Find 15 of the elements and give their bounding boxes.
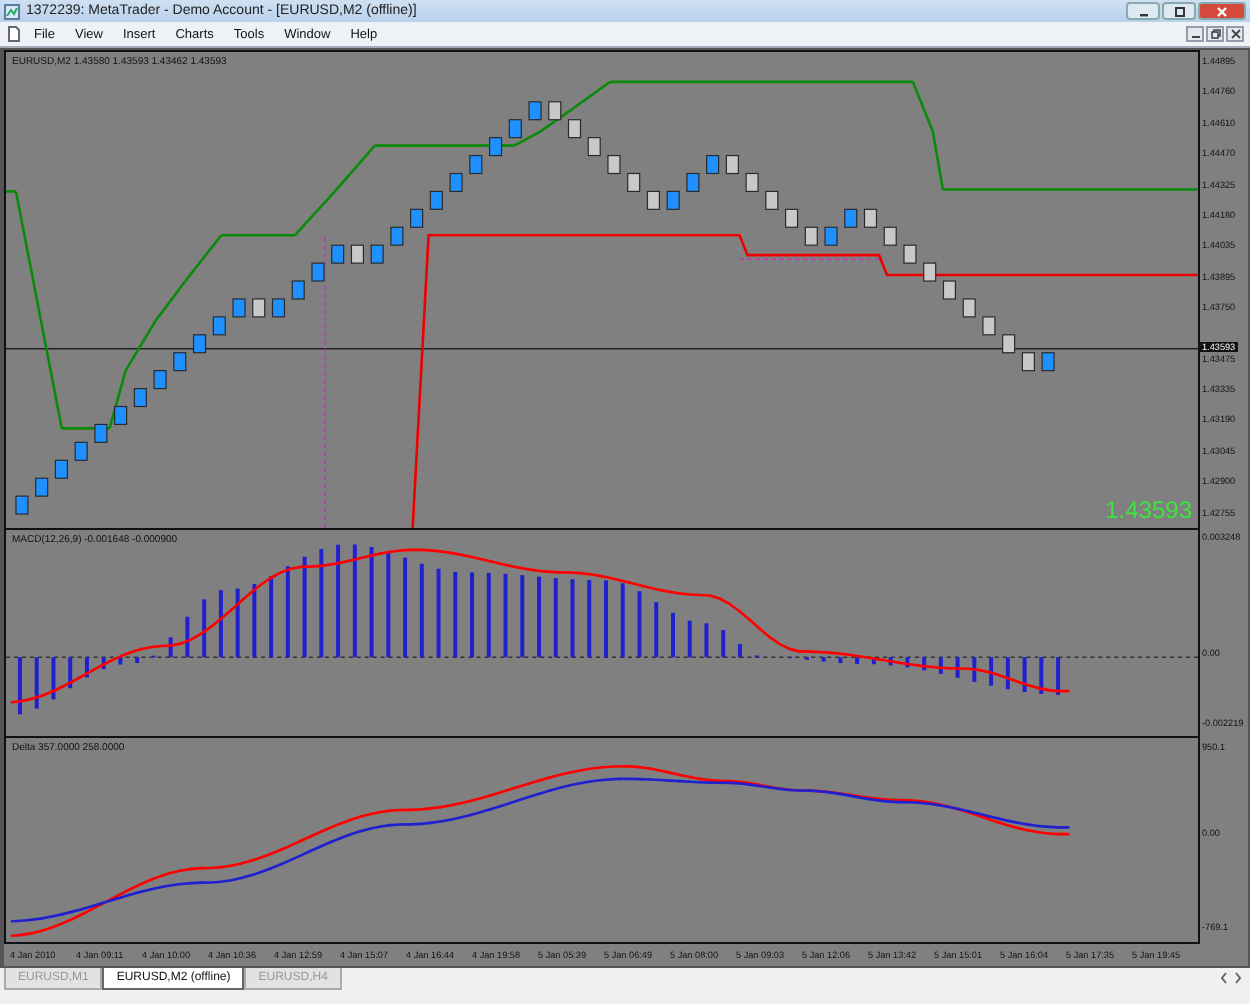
restore-icon (1209, 28, 1221, 40)
maximize-icon (1171, 5, 1187, 17)
scroll-right-icon[interactable] (1234, 972, 1242, 984)
scroll-left-icon[interactable] (1220, 972, 1228, 984)
document-icon (6, 26, 22, 42)
close-icon (1229, 28, 1241, 40)
close-button[interactable] (1226, 26, 1244, 42)
app-icon (4, 3, 20, 19)
minimize-button[interactable] (1186, 26, 1204, 42)
last-price: 1.43593 (1105, 496, 1192, 524)
close-button[interactable] (1198, 2, 1246, 20)
restore-button[interactable] (1206, 26, 1224, 42)
close-icon (1214, 5, 1230, 17)
minimize-button[interactable] (1126, 2, 1160, 20)
maximize-button[interactable] (1162, 2, 1196, 20)
